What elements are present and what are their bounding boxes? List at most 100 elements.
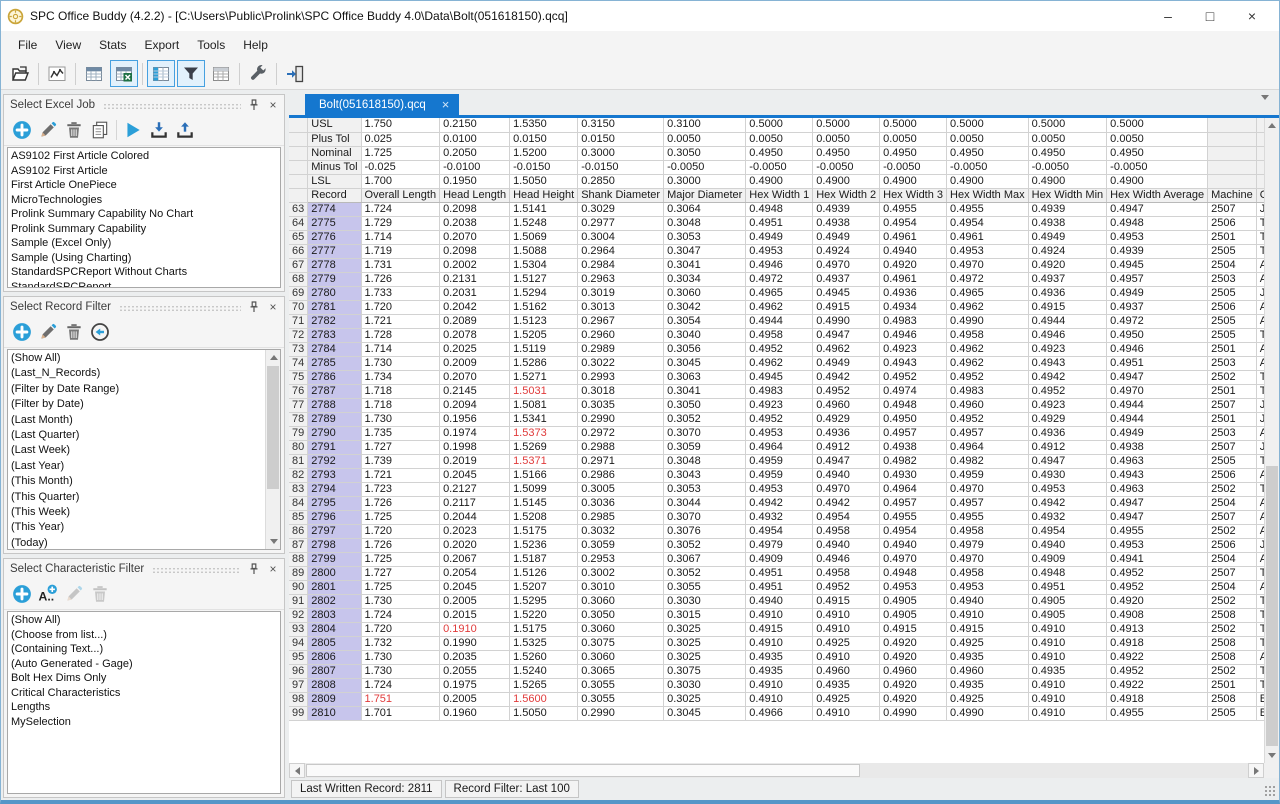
measurement-cell[interactable]: 0.4970 [947,482,1029,496]
measurement-cell[interactable]: 1.718 [361,384,440,398]
measurement-cell[interactable]: 0.4953 [746,482,813,496]
measurement-cell[interactable]: 0.2990 [578,706,664,720]
measurement-cell[interactable]: 1.5295 [510,594,578,608]
measurement-cell[interactable]: Alic [1256,496,1264,510]
measurement-cell[interactable]: 0.4910 [746,678,813,692]
measurement-cell[interactable]: 0.4958 [813,566,880,580]
measurement-cell[interactable]: 1.725 [361,580,440,594]
measurement-cell[interactable]: 1.5099 [510,482,578,496]
list-item[interactable]: (Filter by Date) [11,397,264,412]
pin-icon[interactable] [247,562,261,576]
record-cell[interactable]: 2802 [308,594,361,608]
measurement-cell[interactable]: 2505 [1208,706,1257,720]
column-header[interactable]: Head Length [440,188,510,202]
measurement-cell[interactable]: 0.4937 [1028,272,1107,286]
measurement-cell[interactable]: 1.726 [361,496,440,510]
measurement-cell[interactable]: 0.4953 [746,244,813,258]
measurement-cell[interactable]: 0.4938 [813,216,880,230]
measurement-cell[interactable]: 0.4954 [880,216,947,230]
record-cell[interactable]: 2789 [308,412,361,426]
measurement-cell[interactable]: 0.4938 [880,440,947,454]
measurement-cell[interactable]: 2506 [1208,468,1257,482]
measurement-cell[interactable]: 0.2054 [440,566,510,580]
measurement-cell[interactable]: 0.2986 [578,468,664,482]
measurement-cell[interactable]: 0.4990 [813,314,880,328]
measurement-cell[interactable]: 0.4983 [880,314,947,328]
measurement-cell[interactable]: 1.5248 [510,216,578,230]
measurement-cell[interactable]: 0.3045 [664,706,746,720]
measurement-cell[interactable]: 2502 [1208,594,1257,608]
measurement-cell[interactable]: 0.4990 [880,706,947,720]
measurement-cell[interactable]: 0.4953 [880,580,947,594]
measurement-cell[interactable]: 0.4948 [1107,216,1208,230]
measurement-cell[interactable]: 1.730 [361,356,440,370]
measurement-cell[interactable]: 0.2078 [440,328,510,342]
measurement-cell[interactable]: 0.3055 [578,678,664,692]
measurement-cell[interactable]: 0.3065 [578,664,664,678]
measurement-cell[interactable]: Alic [1256,272,1264,286]
measurement-cell[interactable]: 2508 [1208,608,1257,622]
record-cell[interactable]: 2801 [308,580,361,594]
record-cell[interactable]: 2803 [308,608,361,622]
measurement-cell[interactable]: 1.714 [361,342,440,356]
measurement-cell[interactable]: 0.4938 [1028,216,1107,230]
measurement-cell[interactable]: 0.4952 [746,342,813,356]
scroll-thumb[interactable] [306,764,860,777]
column-header[interactable]: Ope [1256,188,1264,202]
measurement-cell[interactable]: 0.4951 [746,566,813,580]
measurement-cell[interactable]: 2501 [1208,230,1257,244]
list-item[interactable]: MySelection [11,715,280,730]
measurement-cell[interactable]: 0.4961 [947,230,1029,244]
measurement-cell[interactable]: 1.730 [361,594,440,608]
measurement-cell[interactable]: 0.4960 [947,398,1029,412]
measurement-cell[interactable]: 1.5373 [510,426,578,440]
measurement-cell[interactable]: 0.4951 [1028,580,1107,594]
measurement-cell[interactable]: 0.4959 [947,468,1029,482]
menu-item-export[interactable]: Export [136,34,189,56]
measurement-cell[interactable]: 0.4915 [813,594,880,608]
measurement-cell[interactable]: 0.3055 [664,580,746,594]
record-cell[interactable]: 2798 [308,538,361,552]
measurement-cell[interactable]: 0.4910 [813,622,880,636]
measurement-cell[interactable]: 0.4961 [880,230,947,244]
measurement-cell[interactable]: 0.4940 [813,468,880,482]
list-item[interactable]: (Containing Text...) [11,642,280,657]
measurement-cell[interactable]: 0.4960 [947,664,1029,678]
measurement-cell[interactable]: 0.4909 [1028,552,1107,566]
measurement-cell[interactable]: 0.4960 [880,664,947,678]
measurement-cell[interactable]: 0.4923 [880,342,947,356]
measurement-cell[interactable]: 0.4920 [880,692,947,706]
measurement-cell[interactable]: 2503 [1208,356,1257,370]
measurement-cell[interactable]: 0.4955 [1107,706,1208,720]
measurement-cell[interactable]: 2507 [1208,566,1257,580]
record-cell[interactable]: 2796 [308,510,361,524]
measurement-cell[interactable]: 0.4972 [1107,314,1208,328]
measurement-cell[interactable]: 0.3041 [664,384,746,398]
measurement-cell[interactable]: Alic [1256,300,1264,314]
measurement-cell[interactable]: Alic [1256,314,1264,328]
measurement-cell[interactable]: 0.4942 [813,496,880,510]
measurement-cell[interactable]: 0.4910 [746,608,813,622]
measurement-cell[interactable]: Bet [1256,706,1264,720]
record-cell[interactable]: 2786 [308,370,361,384]
measurement-cell[interactable]: 0.2055 [440,664,510,678]
measurement-cell[interactable]: 0.4948 [880,566,947,580]
measurement-cell[interactable]: 0.4962 [947,300,1029,314]
record-cell[interactable]: 2774 [308,202,361,216]
record-cell[interactable]: 2777 [308,244,361,258]
measurement-cell[interactable]: 0.3034 [664,272,746,286]
measurement-cell[interactable]: 0.4905 [880,594,947,608]
measurement-cell[interactable]: 0.4970 [947,552,1029,566]
measurement-cell[interactable]: 0.3040 [664,328,746,342]
list-item[interactable]: (Choose from list...) [11,628,280,643]
record-filter-revert-icon[interactable] [87,319,113,345]
list-item[interactable]: Sample (Excel Only) [11,236,280,251]
measurement-cell[interactable]: 1.730 [361,664,440,678]
measurement-cell[interactable]: 0.2015 [440,608,510,622]
measurement-cell[interactable]: 0.3045 [664,356,746,370]
measurement-cell[interactable]: 0.3052 [664,538,746,552]
record-filter-add-icon[interactable] [9,319,35,345]
measurement-cell[interactable]: 0.3053 [664,230,746,244]
list-item[interactable]: Critical Characteristics [11,686,280,701]
measurement-cell[interactable]: 0.4946 [813,552,880,566]
